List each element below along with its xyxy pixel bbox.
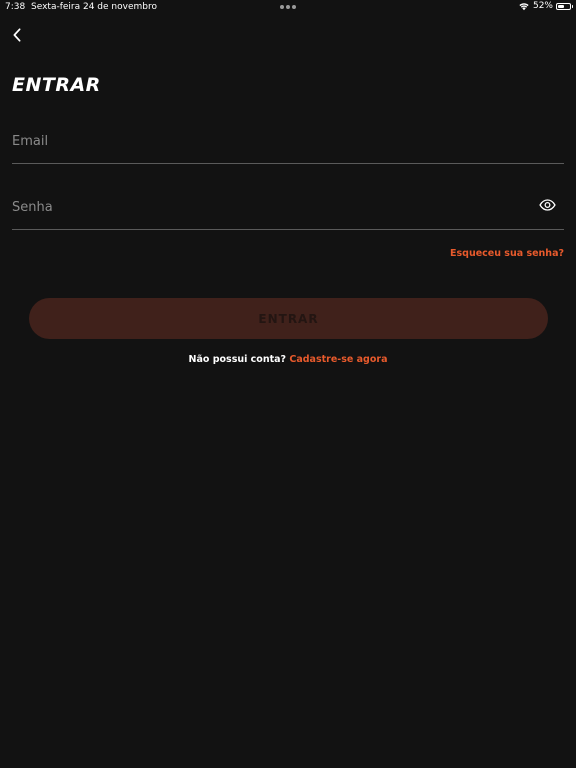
battery-level: [558, 4, 564, 8]
status-time: 7:38: [5, 2, 26, 12]
login-button[interactable]: ENTRAR: [29, 298, 548, 339]
signup-prompt-text: Não possui conta?: [188, 354, 287, 365]
page-title: ENTRAR: [12, 74, 101, 96]
password-field-container: [12, 186, 564, 230]
battery-icon: [556, 2, 573, 10]
password-input[interactable]: [12, 196, 512, 218]
email-field-container: [12, 120, 564, 164]
status-date: Sexta-feira 24 de novembro: [31, 2, 157, 12]
wifi-icon: [519, 3, 529, 11]
signup-link[interactable]: Cadastre-se agora: [289, 354, 387, 365]
chevron-left-icon: [13, 28, 21, 42]
login-screen: 7:38 Sexta-feira 24 de novembro 52% ENTR…: [0, 0, 576, 768]
status-bar: 7:38 Sexta-feira 24 de novembro 52%: [0, 0, 576, 14]
email-input[interactable]: [12, 130, 512, 152]
status-indicators: 52%: [518, 1, 573, 11]
multitasking-dots-icon[interactable]: [280, 5, 296, 9]
forgot-password-link[interactable]: Esqueceu sua senha?: [450, 248, 564, 259]
signup-prompt-line: Não possui conta? Cadastre-se agora: [0, 354, 576, 365]
toggle-password-visibility-button[interactable]: [538, 198, 556, 212]
back-button[interactable]: [8, 26, 26, 44]
eye-icon: [538, 199, 556, 211]
battery-percent: 52%: [532, 1, 553, 11]
